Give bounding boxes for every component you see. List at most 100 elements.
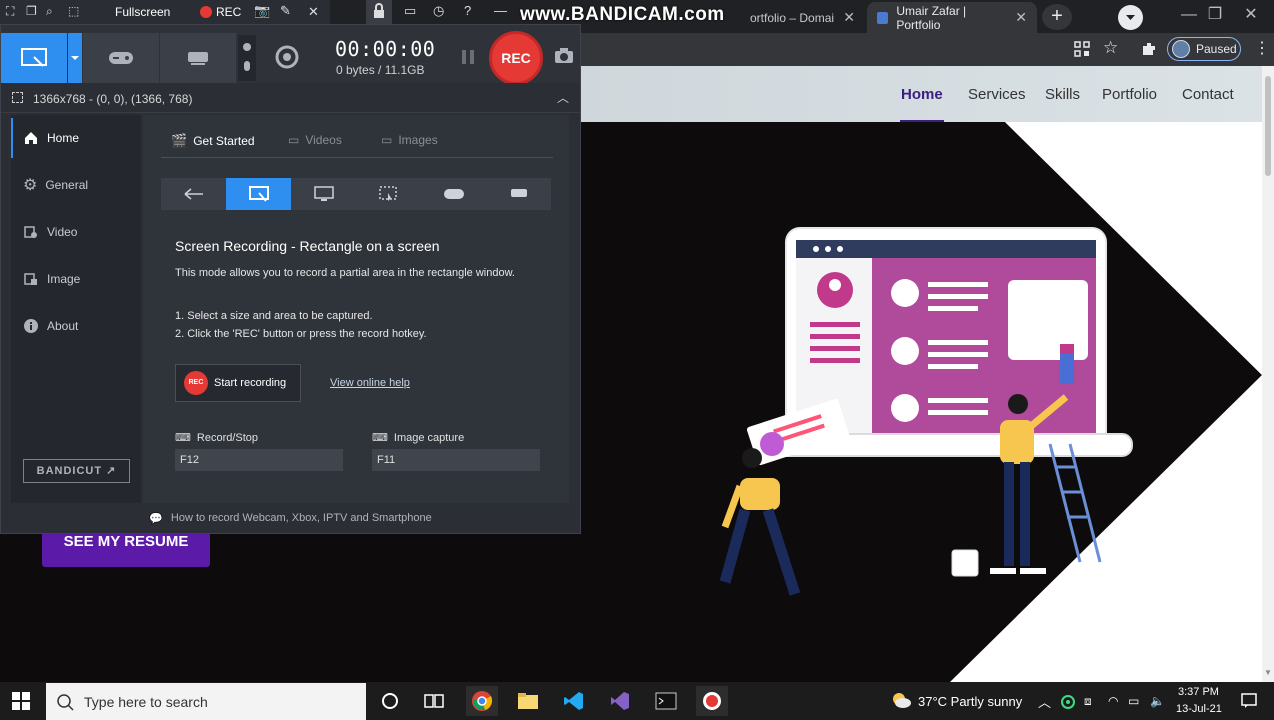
subtab-images[interactable]: ▭ Images (381, 133, 438, 147)
step-two: 2. Click the 'REC' button or press the r… (175, 328, 427, 340)
tray-usb-icon[interactable]: ⧈ (1084, 694, 1092, 709)
minimize-bandicam-icon[interactable]: — (494, 3, 507, 18)
pencil-icon[interactable]: ✎ (280, 3, 291, 19)
mode-hdmi-button[interactable] (160, 33, 236, 83)
battery-icon[interactable]: ▭ (1128, 694, 1139, 708)
bandicam-window: 00:00:00 0 bytes / 11.1GB REC 1366x768 -… (0, 24, 581, 534)
chevron-down-icon (71, 56, 79, 60)
tab-close-icon[interactable]: ✕ (843, 9, 855, 26)
external-link-icon: ↗ (106, 465, 117, 477)
game-mode-option[interactable] (421, 178, 486, 210)
sidebar-item-general[interactable]: ⚙ General (11, 165, 141, 205)
sidebar-item-video[interactable]: Video (11, 212, 141, 252)
camera-icon[interactable]: 📷 (254, 3, 270, 19)
new-tab-button[interactable]: + (1042, 4, 1072, 30)
mode-game-button[interactable] (83, 33, 159, 83)
vscode-icon[interactable] (558, 686, 590, 716)
wifi-icon[interactable]: ◠ (1108, 694, 1118, 708)
folder-icon[interactable]: ▭ (404, 3, 416, 19)
mode-bar: 00:00:00 0 bytes / 11.1GB REC (1, 25, 580, 85)
fullscreen-icon[interactable]: ⛶ (6, 4, 14, 19)
clock-date[interactable]: 13-Jul-21 (1176, 703, 1222, 715)
around-mouse-mode-option[interactable] (356, 178, 421, 210)
subtab-videos[interactable]: ▭ Videos (288, 133, 342, 147)
windows-start-icon[interactable] (12, 692, 30, 710)
nav-home[interactable]: Home (901, 86, 943, 103)
lock-icon[interactable] (366, 0, 392, 24)
favicon-icon (877, 11, 889, 24)
profile-button[interactable]: Paused (1167, 37, 1241, 61)
image-icon (24, 273, 37, 285)
tab-search-icon[interactable] (1118, 5, 1143, 30)
zoom-mode-icon[interactable]: ⌕ (46, 4, 53, 19)
sidebar-item-home[interactable]: Home (11, 118, 141, 158)
sidebar-item-about[interactable]: About (11, 306, 141, 346)
clock-time[interactable]: 3:37 PM (1178, 686, 1219, 698)
close-overlay-icon[interactable]: ✕ (308, 4, 319, 20)
area-select-icon[interactable] (12, 92, 23, 103)
view-online-help-link[interactable]: View online help (330, 377, 410, 389)
qr-code-icon[interactable] (1073, 40, 1091, 58)
hdmi-icon (188, 52, 208, 65)
volume-icon[interactable]: 🔈 (1150, 694, 1165, 708)
avatar (1172, 40, 1190, 58)
back-button[interactable] (161, 178, 226, 210)
image-capture-hotkey-field[interactable]: F11 (372, 449, 540, 471)
screenshot-camera-icon[interactable] (554, 47, 574, 65)
audio-device-icons[interactable] (238, 35, 256, 81)
area-dimensions: 1366x768 - (0, 0), (1366, 768) (33, 92, 193, 106)
fullscreen-label[interactable]: Fullscreen (115, 5, 170, 19)
browser-menu-icon[interactable]: ⋮ (1254, 38, 1270, 58)
hdmi-mode-option[interactable] (486, 178, 551, 210)
scroll-down-arrow-icon[interactable]: ▼ (1264, 668, 1272, 677)
recording-timer: 00:00:00 (335, 37, 436, 61)
mode-dropdown-button[interactable] (68, 33, 82, 83)
chevron-up-icon[interactable]: ︿ (557, 89, 569, 106)
scroll-thumb[interactable] (1265, 76, 1271, 176)
record-stop-hotkey-field[interactable]: F12 (175, 449, 343, 471)
sidebar-item-image[interactable]: Image (11, 259, 141, 299)
bandicam-taskbar-icon[interactable] (696, 686, 728, 716)
fullscreen-mode-option[interactable] (291, 178, 356, 210)
tray-green-app-icon[interactable] (1060, 694, 1076, 710)
select-area-icon[interactable]: ⬚ (68, 4, 79, 18)
arrow-left-icon (184, 188, 203, 200)
record-stop-text: Record/Stop (196, 431, 259, 444)
rec-button[interactable]: REC (489, 31, 543, 85)
subtab-label: Get Started (193, 134, 255, 148)
nav-skills[interactable]: Skills (1045, 86, 1080, 103)
bookmark-star-icon[interactable]: ☆ (1103, 38, 1118, 58)
chrome-taskbar-icon[interactable] (466, 686, 498, 716)
bottom-tip-bar[interactable]: 💬 How to record Webcam, Xbox, IPTV and S… (1, 503, 580, 533)
bandicut-button[interactable]: BANDICUT ↗ (23, 459, 130, 483)
tab-close-icon[interactable]: ✕ (1015, 9, 1027, 26)
extensions-icon[interactable] (1140, 40, 1158, 58)
file-explorer-icon[interactable] (512, 686, 544, 716)
bottom-tip-text: How to record Webcam, Xbox, IPTV and Sma… (170, 512, 432, 524)
start-recording-button[interactable]: REC Start recording (175, 364, 301, 402)
nav-portfolio[interactable]: Portfolio (1102, 86, 1157, 103)
task-view-icon[interactable] (418, 686, 450, 716)
rectangle-mode-option[interactable] (226, 178, 291, 210)
mode-rectangle-button[interactable] (1, 33, 67, 83)
taskbar-search[interactable]: Type here to search (46, 683, 366, 720)
notification-icon[interactable] (1240, 692, 1258, 710)
tab-umair-portfolio[interactable]: Umair Zafar | Portfolio ✕ (867, 2, 1037, 33)
topbar-rec-label[interactable]: REC (216, 5, 241, 19)
window-mode-icon[interactable]: ❐ (26, 4, 37, 18)
nav-services[interactable]: Services (968, 86, 1026, 103)
close-window-icon[interactable]: ✕ (1228, 0, 1274, 33)
terminal-icon[interactable] (650, 686, 682, 716)
pause-icon[interactable] (461, 49, 475, 65)
visual-studio-icon[interactable] (604, 686, 636, 716)
weather-text[interactable]: 37°C Partly sunny (918, 694, 1022, 709)
nav-contact[interactable]: Contact (1182, 86, 1234, 103)
subtab-get-started[interactable]: 🎬 Get Started (171, 133, 255, 149)
video-icon (24, 226, 37, 238)
tray-chevron-up-icon[interactable]: ︿ (1038, 692, 1051, 711)
webcam-icon[interactable] (269, 39, 305, 75)
cortana-icon[interactable] (374, 686, 406, 716)
help-icon[interactable]: ? (464, 3, 471, 18)
weather-icon (890, 690, 912, 710)
clock-icon[interactable]: ◷ (433, 3, 444, 19)
